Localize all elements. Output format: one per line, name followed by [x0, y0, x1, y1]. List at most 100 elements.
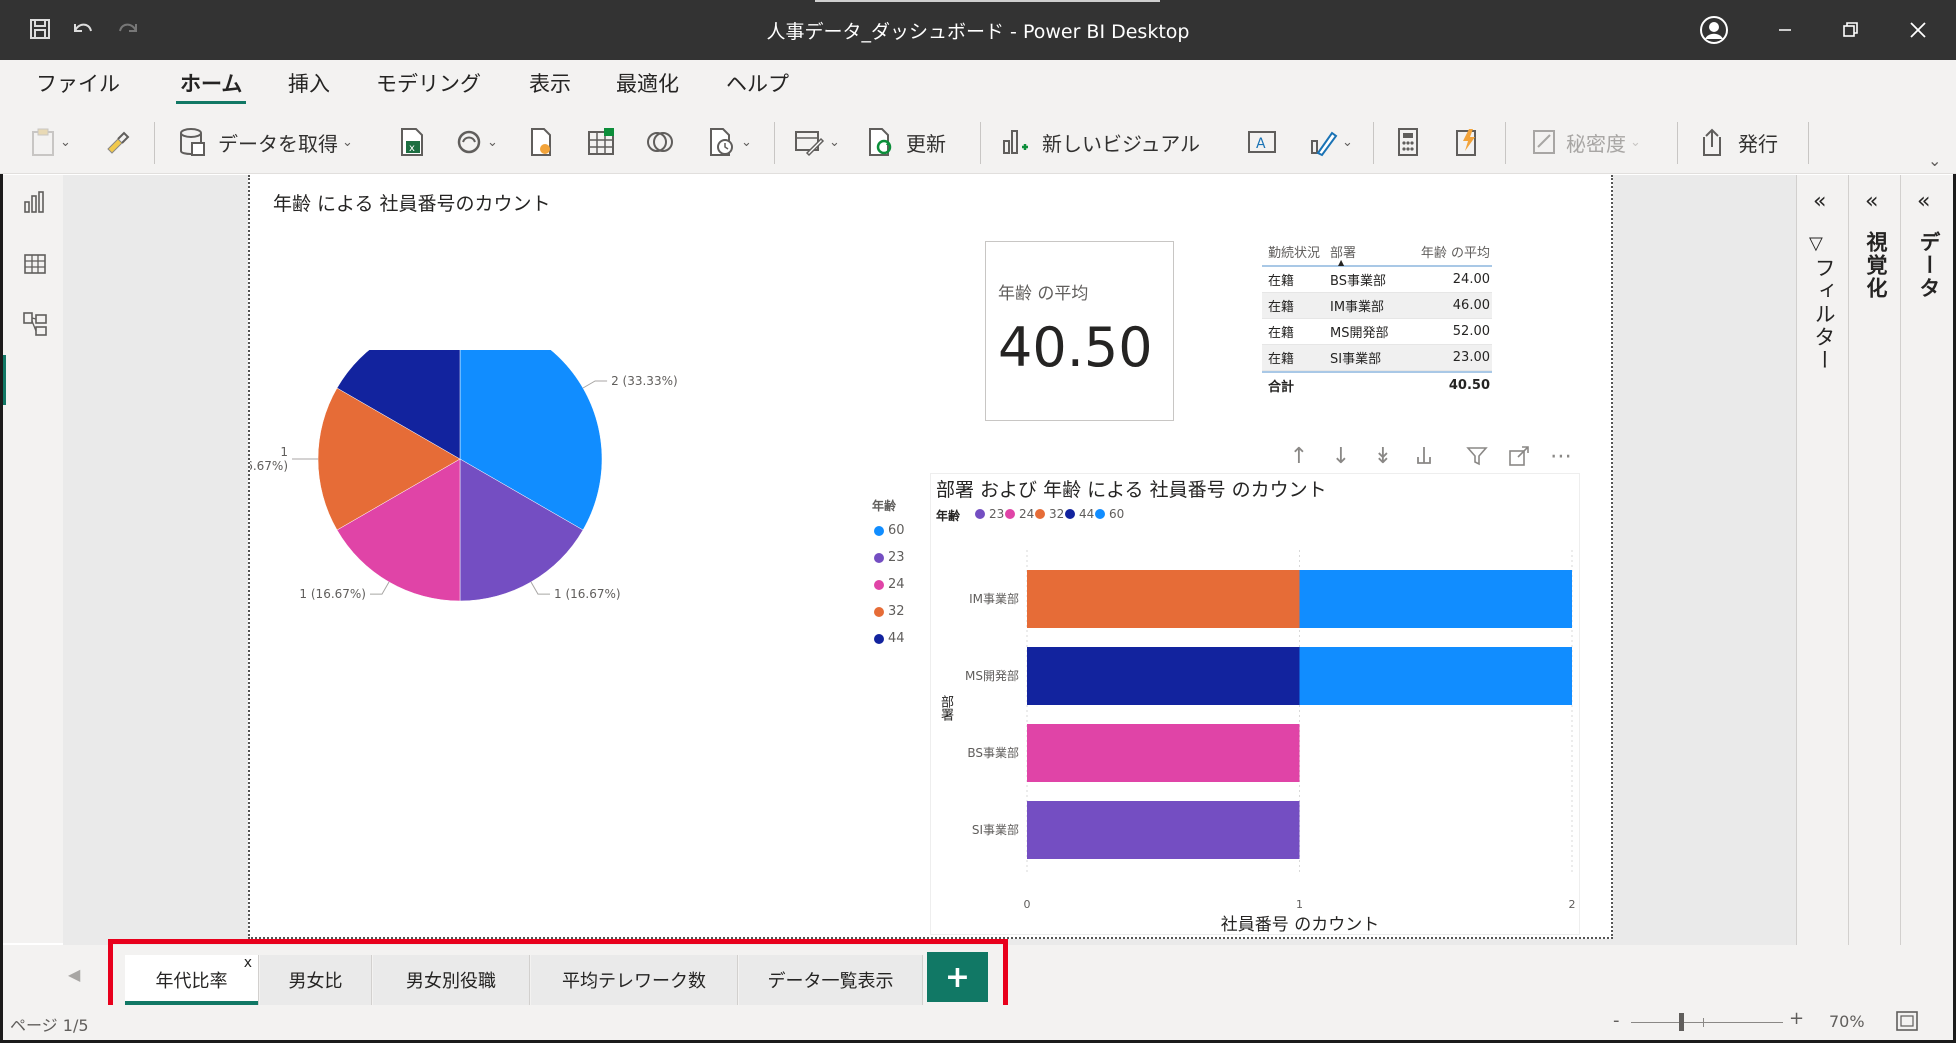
- cell-avg: 23.00: [1452, 350, 1490, 365]
- column-header-status[interactable]: 勤続状況: [1262, 242, 1330, 261]
- legend-marker: [1005, 509, 1015, 519]
- paste-button[interactable]: ⌄: [30, 122, 71, 162]
- title-accent: [815, 0, 1160, 2]
- excel-icon[interactable]: x: [398, 122, 426, 162]
- quick-measure-icon[interactable]: [1453, 122, 1481, 162]
- ribbon-expand-icon[interactable]: ⌄: [1924, 148, 1941, 172]
- legend-item[interactable]: 23: [874, 550, 905, 565]
- menu-optimize[interactable]: 最適化: [612, 68, 683, 104]
- sensitivity-button[interactable]: 秘密度 ⌄: [1530, 122, 1641, 162]
- menu-file[interactable]: ファイル: [32, 68, 124, 104]
- pie-leader-line: [370, 581, 390, 595]
- title-bar: 人事データ_ダッシュボード - Power BI Desktop: [0, 0, 1956, 60]
- report-view-icon[interactable]: [13, 180, 57, 224]
- restore-icon[interactable]: [1831, 10, 1871, 50]
- y-tick-label: MS開発部: [965, 668, 1019, 683]
- bar-segment-IM事業部-32[interactable]: [1027, 570, 1300, 628]
- menu-help[interactable]: ヘルプ: [722, 68, 793, 104]
- zoom-in-button[interactable]: +: [1789, 1008, 1804, 1029]
- menu-home[interactable]: ホーム: [176, 68, 247, 104]
- focus-mode-icon[interactable]: [1505, 442, 1533, 470]
- zoom-out-button[interactable]: -: [1613, 1010, 1620, 1031]
- pie-leader-line: [582, 380, 608, 389]
- account-icon[interactable]: [1694, 10, 1734, 50]
- bar-segment-IM事業部-60[interactable]: [1299, 570, 1573, 628]
- status-bar: ページ 1/5 - + 70%: [3, 1005, 1953, 1040]
- recent-sources-button[interactable]: ⌄: [707, 122, 752, 162]
- legend-item[interactable]: 44: [874, 631, 905, 646]
- legend-item[interactable]: 23: [975, 507, 1004, 521]
- y-tick-label: IM事業部: [969, 591, 1019, 606]
- scroll-left-icon[interactable]: ◀: [68, 965, 80, 984]
- cell-dept: MS開発部: [1330, 326, 1389, 341]
- collapse-data-icon[interactable]: «: [1917, 189, 1930, 214]
- get-data-button[interactable]: データを取得 ⌄: [178, 122, 353, 162]
- drill-down-icon[interactable]: ↓: [1327, 442, 1355, 470]
- menu-modeling[interactable]: モデリング: [372, 68, 485, 104]
- fit-to-page-icon[interactable]: [1895, 1010, 1919, 1036]
- bar-segment-MS開発部-44[interactable]: [1027, 647, 1300, 705]
- filters-pane[interactable]: « ▽ フィルター: [1796, 175, 1848, 945]
- legend-marker: [874, 606, 884, 617]
- zoom-slider-thumb[interactable]: [1679, 1013, 1684, 1031]
- data-pane[interactable]: « データ: [1900, 175, 1953, 945]
- legend-item[interactable]: 60: [874, 523, 905, 538]
- more-options-icon[interactable]: ⋯: [1547, 442, 1575, 470]
- bar-chart-add-icon: [1003, 130, 1028, 154]
- bar-segment-BS事業部-24[interactable]: [1027, 724, 1300, 782]
- collapse-filters-icon[interactable]: «: [1813, 189, 1826, 214]
- legend-label: 44: [888, 631, 905, 646]
- zoom-slider[interactable]: [1631, 1022, 1783, 1023]
- minimize-icon[interactable]: [1765, 10, 1805, 50]
- filter-icon[interactable]: [1463, 442, 1491, 470]
- collapse-visualizations-icon[interactable]: «: [1865, 189, 1878, 214]
- legend-item[interactable]: 24: [1005, 507, 1034, 521]
- publish-icon: [1703, 128, 1721, 156]
- publish-button[interactable]: 発行: [1698, 122, 1778, 162]
- hierarchy-expand-icon[interactable]: [1410, 442, 1438, 470]
- model-view-icon[interactable]: [13, 302, 57, 346]
- ribbon-separator: [774, 122, 775, 164]
- legend-item[interactable]: 32: [1035, 507, 1064, 521]
- refresh-button[interactable]: 更新: [866, 122, 946, 162]
- onelake-icon[interactable]: [528, 122, 554, 162]
- legend-item[interactable]: 44: [1065, 507, 1094, 521]
- svg-text:A: A: [1256, 136, 1266, 152]
- cell-avg: 52.00: [1452, 324, 1490, 339]
- average-age-card[interactable]: 年齢 の平均 40.50: [985, 241, 1174, 421]
- window-title: 人事データ_ダッシュボード - Power BI Desktop: [766, 21, 1190, 43]
- legend-item[interactable]: 60: [1095, 507, 1124, 521]
- expand-next-level-icon[interactable]: ↡: [1369, 442, 1397, 470]
- legend-item[interactable]: 24: [874, 577, 905, 592]
- bar-segment-MS開発部-60[interactable]: [1299, 647, 1573, 705]
- new-measure-icon[interactable]: [1395, 122, 1421, 162]
- average-age-table[interactable]: 勤続状況 部署 ▲ 年齢 の平均 在籍 BS事業部 24.00 在籍 IM事業部 …: [1262, 237, 1492, 397]
- visualizations-pane[interactable]: « 視覚化: [1848, 175, 1900, 945]
- pie-data-label: (16.67%): [250, 459, 288, 473]
- legend-label: 32: [888, 604, 905, 619]
- cell-avg: 46.00: [1452, 298, 1490, 313]
- legend-item[interactable]: 32: [874, 604, 905, 619]
- text-box-icon[interactable]: A: [1246, 122, 1278, 162]
- menu-view[interactable]: 表示: [525, 68, 575, 104]
- dataflow-icon[interactable]: [645, 122, 675, 162]
- bar-segment-SI事業部-23[interactable]: [1027, 801, 1300, 859]
- dataverse-icon[interactable]: ⌄: [455, 122, 498, 162]
- bar-chart[interactable]: 0 1 2IM事業部MS開発部BS事業部SI事業部: [930, 530, 1580, 940]
- drill-up-icon[interactable]: ↑: [1285, 442, 1313, 470]
- table-view-icon[interactable]: [13, 242, 57, 286]
- pie-chart[interactable]: 2 (33.33%)1 (16.67%)1 (16.67%)1(16.67%)1…: [250, 350, 890, 800]
- close-icon[interactable]: [1898, 10, 1938, 50]
- transform-data-button[interactable]: ⌄: [793, 122, 840, 162]
- table-total-row: 合計 40.50: [1262, 371, 1492, 397]
- column-header-avg[interactable]: 年齢 の平均: [1416, 242, 1490, 261]
- column-header-dept[interactable]: 部署 ▲: [1330, 242, 1416, 268]
- cell-dept: BS事業部: [1330, 274, 1386, 289]
- more-visuals-button[interactable]: ⌄: [1308, 122, 1353, 162]
- format-painter-icon[interactable]: [104, 122, 130, 162]
- new-visual-button[interactable]: 新しいビジュアル: [1000, 122, 1200, 162]
- menu-insert[interactable]: 挿入: [284, 68, 334, 104]
- ribbon-separator: [154, 122, 155, 164]
- zoom-slider-tick: [1703, 1018, 1704, 1027]
- enter-data-icon[interactable]: [586, 122, 616, 162]
